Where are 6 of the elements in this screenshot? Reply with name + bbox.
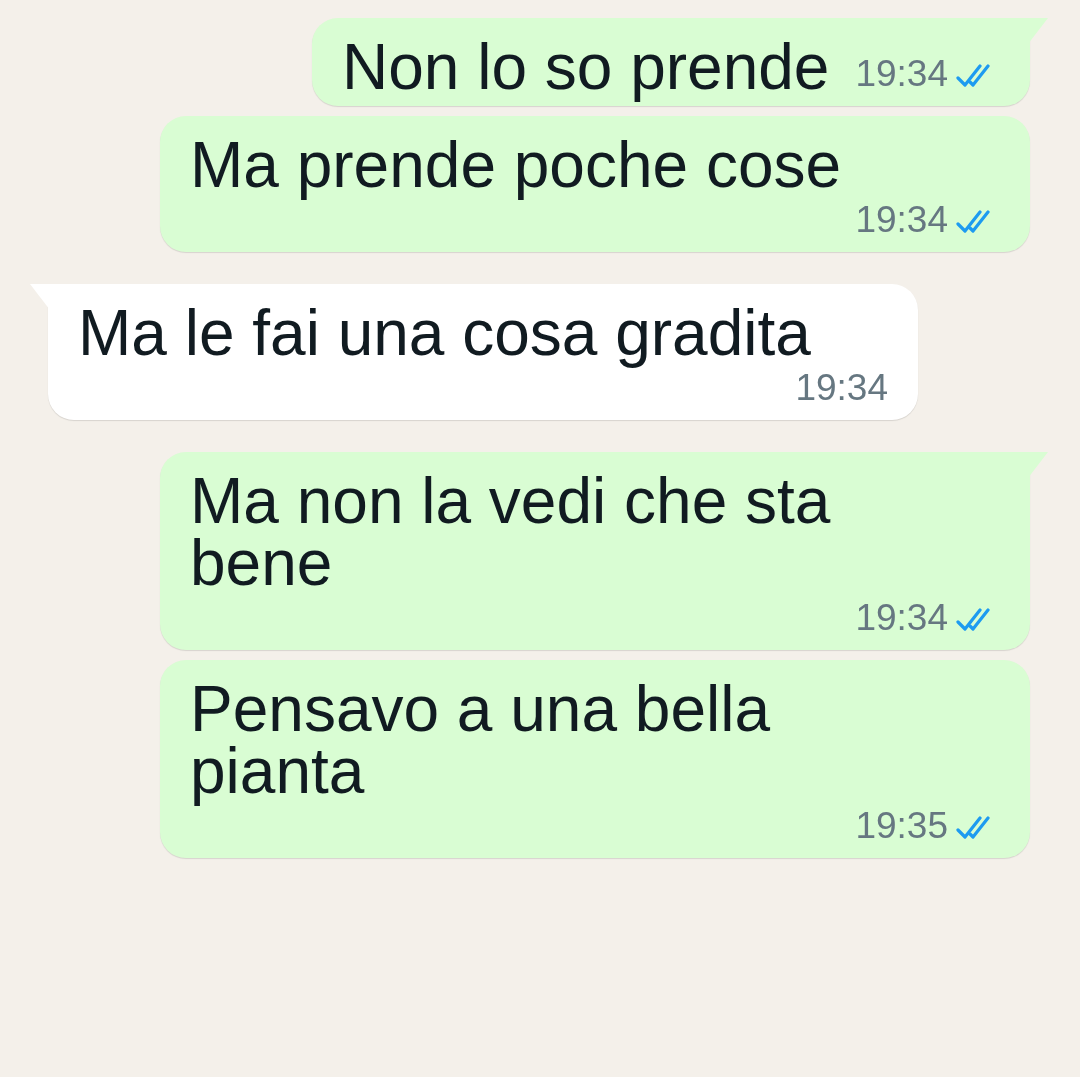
- message-time: 19:34: [855, 596, 948, 640]
- message-time: 19:34: [855, 52, 948, 96]
- message-time: 19:35: [855, 804, 948, 848]
- message-text: Ma non la vedi che sta bene: [190, 470, 832, 594]
- message-time: 19:34: [855, 198, 948, 242]
- message-time: 19:34: [795, 367, 888, 410]
